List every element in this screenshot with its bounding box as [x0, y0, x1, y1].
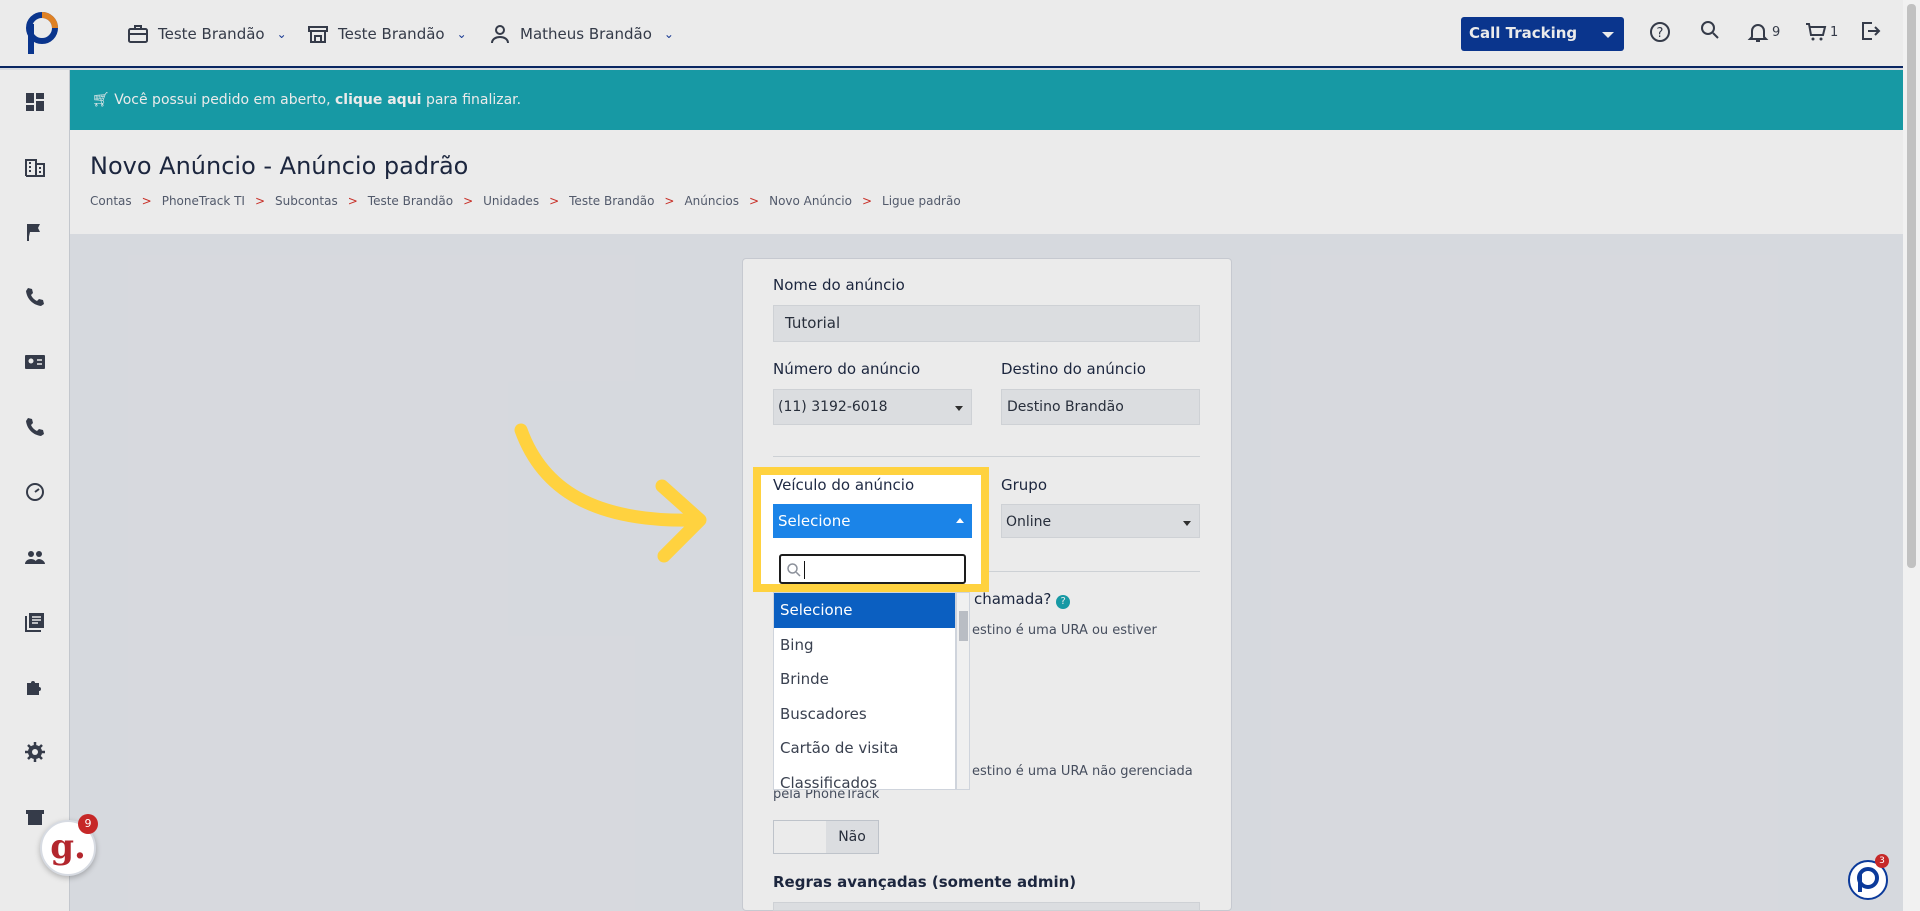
vehicle-label: Veículo do anúncio: [773, 476, 915, 494]
dropdown-scrollbar[interactable]: [956, 592, 970, 790]
text-cursor: [804, 561, 805, 579]
g-widget-badge: 9: [78, 814, 98, 834]
annotation-arrow-icon: [514, 423, 707, 563]
option-selecione[interactable]: Selecione: [774, 593, 955, 628]
scrollbar-thumb[interactable]: [959, 611, 968, 641]
vehicle-select[interactable]: Selecione: [773, 504, 972, 538]
vehicle-options-list: Selecione Bing Brinde Buscadores Cartão …: [773, 592, 956, 790]
option-cartao-de-visita[interactable]: Cartão de visita: [774, 731, 955, 766]
option-buscadores[interactable]: Buscadores: [774, 697, 955, 732]
vehicle-select-value: Selecione: [778, 512, 851, 530]
page-scrollbar-thumb[interactable]: [1907, 4, 1916, 568]
search-icon: [787, 563, 801, 577]
option-brinde[interactable]: Brinde: [774, 662, 955, 697]
option-bing[interactable]: Bing: [774, 628, 955, 663]
vehicle-search-input[interactable]: [779, 554, 966, 584]
caret-up-icon: [956, 518, 964, 523]
option-classificados[interactable]: Classificados: [774, 766, 955, 790]
chat-widget-badge: 3: [1875, 854, 1889, 868]
page-scrollbar[interactable]: [1903, 0, 1920, 911]
